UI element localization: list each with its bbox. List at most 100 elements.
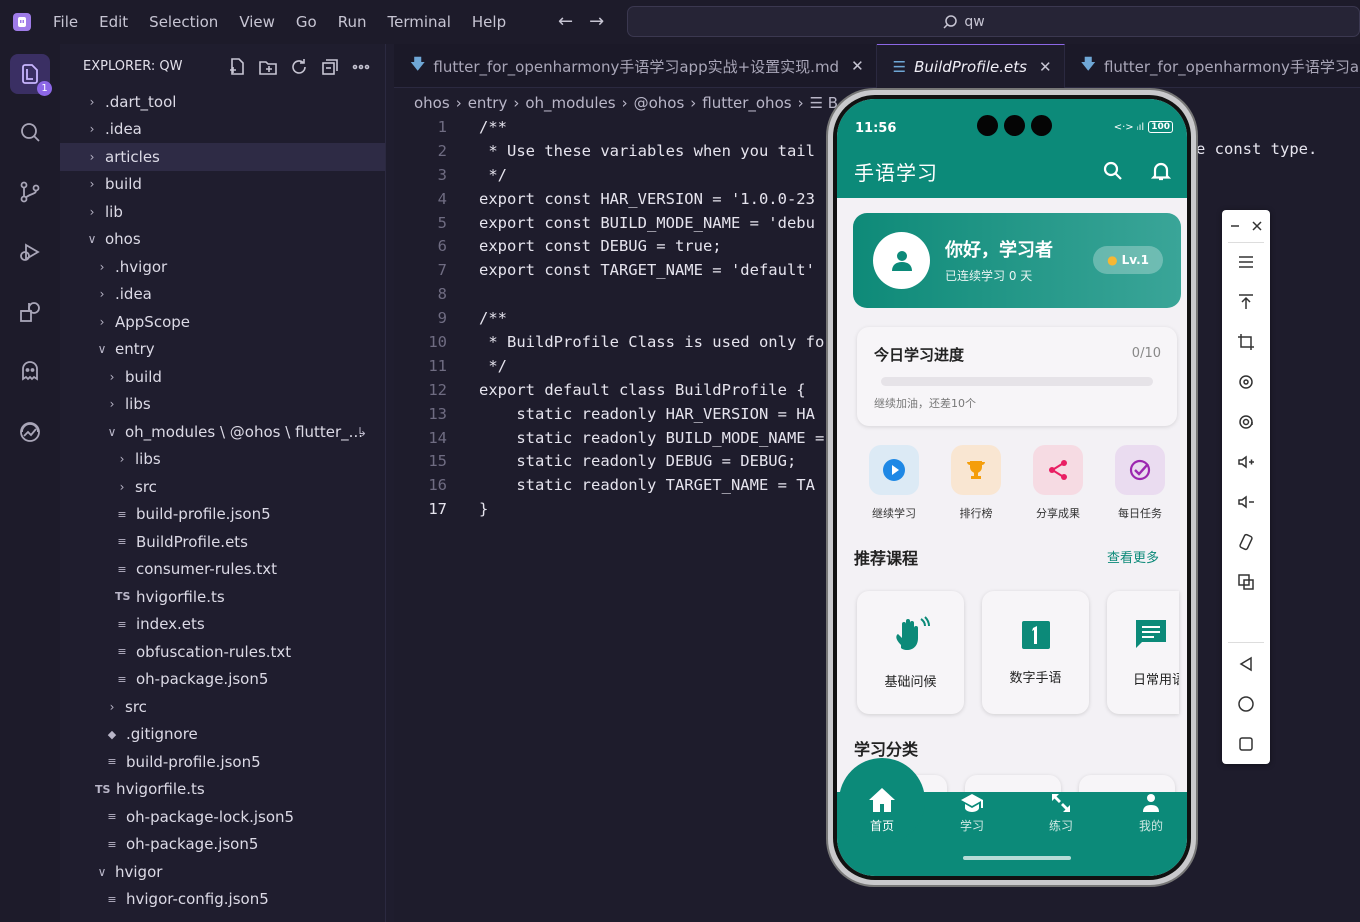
tree-folder[interactable]: › src: [60, 693, 385, 721]
quick-action[interactable]: 排行榜: [941, 445, 1011, 523]
menu-item-view[interactable]: View: [239, 13, 275, 31]
menu-item-selection[interactable]: Selection: [149, 13, 218, 31]
tree-file[interactable]: ≡ build-profile.json5: [60, 748, 385, 776]
more-actions-icon[interactable]: [351, 57, 371, 77]
quick-action[interactable]: 分享成果: [1023, 445, 1093, 523]
tree-folder[interactable]: › src: [60, 473, 385, 501]
close-tab-icon[interactable]: ✕: [1039, 58, 1052, 76]
menu-item-file[interactable]: File: [53, 13, 78, 31]
tree-folder[interactable]: › AppScope: [60, 308, 385, 336]
home-nav-icon[interactable]: [1234, 692, 1258, 716]
course-card[interactable]: 数字手语: [982, 591, 1089, 714]
tab-person[interactable]: 我的: [1121, 793, 1181, 834]
search-icon[interactable]: [1103, 161, 1123, 181]
tree-file[interactable]: ≡ oh-package-lock.json5: [60, 803, 385, 831]
run-debug-icon[interactable]: [15, 237, 45, 267]
collapse-all-icon[interactable]: [320, 57, 340, 77]
menu-item-go[interactable]: Go: [296, 13, 317, 31]
breadcrumb-item[interactable]: @ohos: [634, 94, 685, 112]
editor-tab[interactable]: ☰ BuildProfile.ets ✕: [876, 44, 1065, 88]
recents-nav-icon[interactable]: [1234, 732, 1258, 756]
see-more-link[interactable]: 查看更多: [1107, 547, 1159, 566]
code-text: /**: [479, 309, 507, 328]
tree-file[interactable]: ≡ oh-package.json5: [60, 666, 385, 694]
tree-file[interactable]: ≡ build-profile.json5: [60, 501, 385, 529]
tree-folder[interactable]: › articles: [60, 143, 385, 171]
forward-arrow-icon[interactable]: →: [589, 11, 604, 32]
tree-file[interactable]: ≡ index.ets: [60, 611, 385, 639]
chevron-down-icon: ∨: [97, 864, 107, 879]
volume-up-icon[interactable]: [1234, 450, 1258, 474]
tree-folder[interactable]: › build: [60, 171, 385, 199]
tree-file[interactable]: ≡ oh-package.json5: [60, 831, 385, 859]
refresh-icon[interactable]: [289, 57, 309, 77]
tree-folder[interactable]: › lib: [60, 198, 385, 226]
bell-icon[interactable]: [1151, 161, 1171, 181]
tree-file[interactable]: ≡ hvigor-config.json5: [60, 886, 385, 914]
category-title: 学习分类: [854, 740, 919, 759]
screenshot-icon[interactable]: [1234, 570, 1258, 594]
tree-folder[interactable]: › libs: [60, 446, 385, 474]
tab-expand[interactable]: 练习: [1031, 793, 1091, 834]
tree-folder[interactable]: › .hvigor: [60, 253, 385, 281]
course-card[interactable]: 日常用语: [1107, 591, 1179, 714]
menu-item-edit[interactable]: Edit: [99, 13, 128, 31]
back-nav-icon[interactable]: [1234, 652, 1258, 676]
new-folder-icon[interactable]: [258, 57, 278, 77]
tree-file[interactable]: ◆ .gitignore: [60, 721, 385, 749]
extensions-icon[interactable]: [15, 297, 45, 327]
tree-folder[interactable]: › .idea: [60, 281, 385, 309]
tree-folder[interactable]: › .dart_tool: [60, 88, 385, 116]
location-icon[interactable]: [1234, 410, 1258, 434]
tree-file[interactable]: ≡ BuildProfile.ets: [60, 528, 385, 556]
rotate-icon[interactable]: [1234, 370, 1258, 394]
tree-folder[interactable]: › .idea: [60, 116, 385, 144]
tree-file[interactable]: TS hvigorfile.ts: [60, 776, 385, 804]
pin-top-icon[interactable]: [1234, 290, 1258, 314]
crop-icon[interactable]: [1234, 330, 1258, 354]
menu-icon[interactable]: [1234, 250, 1258, 274]
tree-file[interactable]: ≡ consumer-rules.txt: [60, 556, 385, 584]
editor-tab[interactable]: 🡇 flutter_for_openharmony手语学习app实战+设置实现.m…: [394, 44, 877, 88]
command-center[interactable]: qw: [627, 6, 1360, 37]
source-control-icon[interactable]: [15, 177, 45, 207]
menu-item-terminal[interactable]: Terminal: [388, 13, 451, 31]
tree-folder[interactable]: ∨ oh_modules \ @ohos \ flutter_... ↳: [60, 418, 385, 446]
explorer-icon[interactable]: 1: [10, 54, 52, 96]
course-card[interactable]: 基础问候: [857, 591, 964, 714]
quick-action[interactable]: 继续学习: [859, 445, 929, 523]
menu-item-help[interactable]: Help: [472, 13, 506, 31]
tree-file[interactable]: TS hvigorfile.ts: [60, 583, 385, 611]
minimize-icon[interactable]: [1224, 214, 1246, 238]
breadcrumb-item[interactable]: oh_modules: [525, 94, 615, 112]
tree-folder[interactable]: › libs: [60, 391, 385, 419]
new-file-icon[interactable]: [227, 57, 247, 77]
tree-file[interactable]: ≡ obfuscation-rules.txt: [60, 638, 385, 666]
breadcrumb-item[interactable]: ☰ B: [810, 94, 839, 112]
remote-icon[interactable]: [15, 417, 45, 447]
tree-item-label: build: [105, 175, 142, 194]
volume-down-icon[interactable]: [1234, 490, 1258, 514]
breadcrumb-item[interactable]: flutter_ohos: [702, 94, 791, 112]
copilot-icon[interactable]: [15, 357, 45, 387]
back-arrow-icon[interactable]: ←: [558, 11, 573, 32]
breadcrumb-item[interactable]: entry: [468, 94, 508, 112]
close-tab-icon[interactable]: ✕: [851, 57, 864, 75]
welcome-card[interactable]: 你好，学习者 已连续学习 0 天 ● Lv.1: [853, 213, 1181, 308]
home-indicator[interactable]: [963, 856, 1071, 860]
code-text: /**: [479, 118, 507, 136]
breadcrumb-item[interactable]: ohos: [414, 94, 450, 112]
tab-school[interactable]: 学习: [942, 793, 1002, 834]
tree-folder[interactable]: ∨ hvigor: [60, 858, 385, 886]
menu-item-run[interactable]: Run: [338, 13, 367, 31]
close-icon[interactable]: [1246, 214, 1268, 238]
progress-card[interactable]: 今日学习进度 0/10 继续加油，还差10个: [857, 327, 1177, 426]
rotate-device-icon[interactable]: [1234, 530, 1258, 554]
tree-folder[interactable]: ∨ entry: [60, 336, 385, 364]
quick-action[interactable]: 每日任务: [1105, 445, 1175, 523]
tab-home[interactable]: 首页: [852, 787, 912, 834]
search-view-icon[interactable]: [15, 117, 45, 147]
tree-folder[interactable]: › build: [60, 363, 385, 391]
tree-folder[interactable]: ∨ ohos: [60, 226, 385, 254]
editor-tab[interactable]: 🡇 flutter_for_openharmony手语学习app: [1065, 44, 1360, 88]
